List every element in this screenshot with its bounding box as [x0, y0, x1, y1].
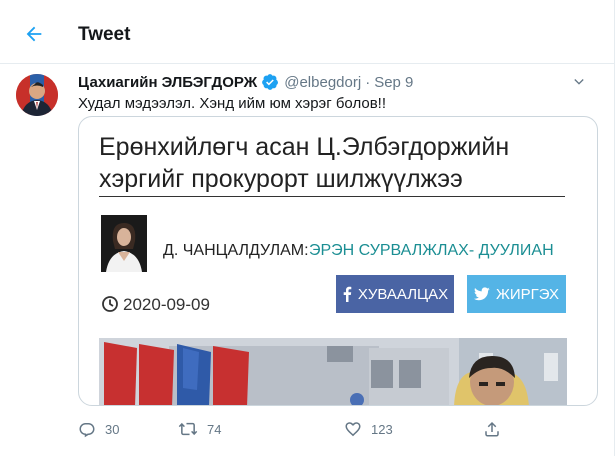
card-headline: Ерөнхийлөгч асан Ц.Элбэгдоржийн хэргийг … [99, 133, 510, 193]
page-header: Tweet [0, 0, 615, 64]
arrow-left-icon [26, 26, 42, 42]
tweet-meta: Цахиагийн ЭЛБЭГДОРЖ @elbegdorj · Sep 9 [78, 72, 413, 92]
tweet-text: Худал мэдээлэл. Хэнд ийм юм хэрэг болов!… [78, 95, 387, 112]
article-author-name: Д. ЧАНЦАЛДУЛАМ: [163, 242, 309, 259]
author-photo [101, 215, 147, 272]
more-options-button[interactable] [569, 72, 589, 92]
retweet-button[interactable]: 74 [178, 420, 221, 438]
reply-icon [79, 423, 95, 438]
article-image [99, 338, 567, 405]
author-name[interactable]: Цахиагийн ЭЛБЭГДОРЖ [78, 74, 257, 91]
article-source: ЭРЭН СУРВАЛЖЛАХ- ДУУЛИАН [309, 242, 554, 259]
card-divider [99, 196, 565, 197]
tweet-date[interactable]: Sep 9 [374, 74, 413, 91]
verified-badge-icon [261, 73, 279, 91]
facebook-icon [342, 286, 352, 302]
retweet-count: 74 [207, 421, 222, 437]
twitter-bird-icon [473, 287, 490, 301]
page-title: Tweet [78, 24, 131, 45]
facebook-share-label: ХУВААЛЦАХ [357, 285, 449, 303]
twitter-share-label: ЖИРГЭХ [495, 285, 560, 303]
tweet: Цахиагийн ЭЛБЭГДОРЖ @elbegdorj · Sep 9 Х… [0, 64, 615, 456]
share-button[interactable] [483, 420, 501, 438]
article-date: 2020-09-09 [123, 295, 210, 314]
like-button[interactable]: 123 [344, 420, 393, 438]
twitter-share-button[interactable]: ЖИРГЭХ [467, 275, 566, 313]
like-count: 123 [371, 421, 393, 437]
reply-button[interactable]: 30 [78, 420, 119, 438]
meta-separator: · [365, 73, 371, 91]
avatar[interactable] [16, 74, 58, 116]
share-icon [485, 421, 499, 437]
facebook-share-button[interactable]: ХУВААЛЦАХ [336, 275, 454, 313]
clock-icon [101, 295, 119, 313]
tweet-actions: 30 74 123 [78, 420, 508, 440]
back-button[interactable] [20, 20, 48, 48]
heart-icon [345, 422, 361, 437]
author-handle[interactable]: @elbegdorj [284, 74, 361, 91]
chevron-down-icon [574, 79, 584, 85]
link-preview-card[interactable]: Ерөнхийлөгч асан Ц.Элбэгдоржийн хэргийг … [78, 116, 598, 406]
retweet-icon [178, 422, 198, 436]
reply-count: 30 [105, 421, 120, 437]
